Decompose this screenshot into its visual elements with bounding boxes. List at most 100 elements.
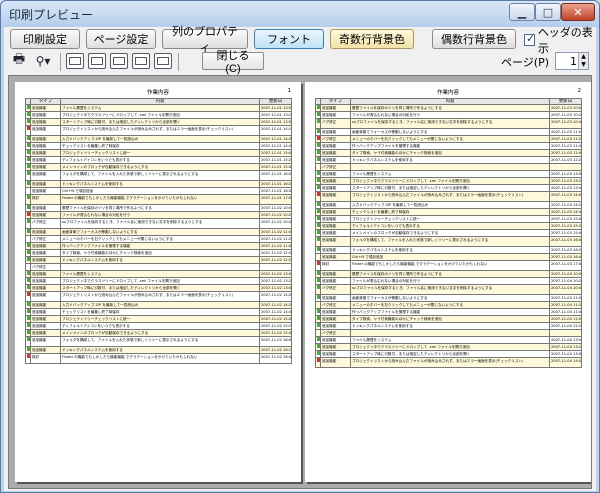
type-cell: 追加機能 [30,204,61,212]
status-cell [315,229,321,237]
table-row: 追加機能 チェックリストを編集し終了時保存 2007-11-03 14:40 [315,208,582,216]
content-cell: メインペインのブロックが自動保存できるようにする [350,229,550,237]
date-cell: 2007-11-02 15:20 [259,322,292,330]
preview-area[interactable]: 作業内容 1 タイプ 内容 更新日 追加機能 ファイル履歴をシステム 2007-11… [8,75,592,489]
six-page-layout-icon[interactable] [154,53,172,69]
table-row: 追加機能 ファイル履歴をシステム 2007-11-01 13:00 [25,104,292,112]
type-cell: 追加機能 [320,191,351,202]
type-cell: 追加機能 [320,270,351,278]
maximize-button[interactable]: □ [535,3,561,21]
table-row: バグ修正 メニューのホバーを右クリックしてもメニューが閉じないようにする 2007-… [315,301,582,309]
content-cell: チェックリストを編集し終了時保存 [350,208,550,216]
type-cell: 追加機能 [320,336,351,344]
date-cell: 2007-11-01 16:20 [259,180,292,188]
date-cell: 2007-11-04 11:00 [549,294,582,302]
type-cell: 追加機能 [320,246,351,254]
content-cell: 履歴ファイルを保存のツリを同じ場所で作るようにする [350,270,550,278]
content-cell: スタートアップ時に引数付、または指定したディレクトリから全部を開く [60,284,260,292]
status-cell [315,301,321,309]
content-cell: ドッキングパネルシステムを使用する [60,346,260,354]
done-check-icon [317,150,320,154]
content-cell: ファイル履歴をシステム [350,336,550,344]
content-cell: 画面背景でフォーカスが移動しないようにする [60,228,260,236]
type-cell: 追加機能 [320,149,351,157]
printer-icon[interactable]: 🖶 [10,52,28,69]
done-check-icon [317,278,320,282]
content-cell: 入力ドバックアップ.ZIP を最新して一覧読込み [350,201,550,209]
status-cell [315,177,321,185]
title-bar[interactable]: 印刷プレビュー ▁ □ ✕ [1,1,599,27]
done-check-icon [27,195,30,199]
sheet-title: 作業内容 [146,90,169,96]
show-header-checkbox[interactable]: ヘッダの表示 [524,26,596,55]
three-page-layout-icon[interactable] [110,53,128,69]
two-page-layout-icon[interactable] [88,53,106,69]
page-number-spinner[interactable]: 1 ▲ ▼ [555,52,589,70]
content-cell: ファイルが書込むれない場合の対処を行う [60,211,260,219]
table-row: 追加機能 ドッキングパネルシステムを使用する 2007-11-04 12:20 [315,322,582,330]
empty-mark-icon [317,331,320,335]
four-page-layout-icon[interactable] [132,53,150,69]
content-cell: ドッキングパネルシステムを使用する [350,156,550,164]
date-cell: 2007-11-04 13:40 [549,350,582,358]
even-row-bg-button[interactable]: 偶数行背景色 [432,29,516,49]
done-check-icon [317,351,320,355]
date-cell: 2007-11-03 13:00 [549,170,582,178]
type-cell: 追加機能 [320,277,351,285]
table-row: 追加機能 作っバックアップファイルを管理する機能 2007-11-02 11:40 [25,242,292,250]
error-mark-icon [27,292,30,296]
type-cell: 追加機能 [30,270,61,278]
page-number: 2 [577,88,582,94]
print-settings-button[interactable]: 印刷設定 [10,29,80,49]
close-preview-button[interactable]: 閉じる(C) [202,50,264,75]
toolbar-separator [60,53,61,71]
minimize-icon: ▁ [517,5,527,19]
table-row: 追加機能 プロジェクト中でクラスツリーにドロップして .xml ファイルを開き追加… [315,177,582,185]
spin-down-icon[interactable]: ▼ [578,61,588,69]
preview-toolbar: 🖶 ⚲▾ 閉じる(C) ページ(P) 1 ▲ ▼ [4,50,596,75]
content-cell: ドッキングパネルシステムを使用する [350,322,550,330]
window-title: 印刷プレビュー [9,8,94,22]
content-cell: プロジェクトリストから読み込んだファイルが読み込みされず、またはエラー画面を表示… [350,357,550,368]
preview-page-1: 作業内容 1 タイプ 内容 更新日 追加機能 ファイル履歴をシステム 2007-11… [15,82,301,482]
type-cell: 検討 [30,194,61,205]
type-cell: 追加機能 [30,249,61,257]
date-cell [549,163,582,171]
status-cell [25,180,31,188]
status-cell [315,294,321,302]
sheet-header: 作業内容 1 [25,88,291,98]
zoom-magnifier-icon[interactable]: ⚲▾ [30,53,56,69]
type-cell: バグ修正 [320,329,351,337]
date-cell: 2007-11-03 11:20 [549,135,582,143]
date-cell: 2007-11-03 10:40 [549,118,582,129]
minimize-button[interactable]: ▁ [509,3,535,21]
error-mark-icon [317,192,320,196]
date-cell: 2007-11-02 11:20 [259,235,292,243]
content-cell: 作っバックアップファイルを管理する機能 [60,242,260,250]
content-cell: ファイル履歴をシステム [350,170,550,178]
date-cell: 2007-11-02 16:00 [259,336,292,347]
page-setup-button[interactable]: ページ設定 [86,29,156,49]
type-cell: 追加機能 [320,229,351,237]
type-cell: 追加機能 [30,211,61,219]
status-cell [25,277,31,285]
status-cell [315,246,321,254]
one-page-layout-icon[interactable] [66,53,84,69]
done-check-icon [317,223,320,227]
type-cell: 追加機能 [30,346,61,354]
date-cell: 2007-11-04 12:00 [549,315,582,323]
table-row: バグ修正 [25,263,292,271]
client-area: 印刷設定 ページ設定 列のプロパティ フォント 奇数行背景色 偶数行背景色 ヘッ… [4,25,596,491]
spin-up-icon[interactable]: ▲ [578,53,588,61]
status-cell [25,204,31,212]
type-cell: 追加機能 [30,149,61,157]
odd-row-bg-button[interactable]: 奇数行背景色 [330,29,414,49]
type-cell: 追加機能 [320,308,351,316]
date-cell: 2007-11-02 12:20 [259,256,292,264]
done-check-icon [317,129,320,133]
close-window-button[interactable]: ✕ [561,3,595,21]
column-properties-button[interactable]: 列のプロパティ [162,25,248,54]
font-button[interactable]: フォント [254,29,324,49]
type-cell: 追加機能 [30,187,61,195]
table-row: 追加機能 入力ドバックアップ.ZIP を最新して一覧読込み 2007-11-02 1… [25,301,292,309]
